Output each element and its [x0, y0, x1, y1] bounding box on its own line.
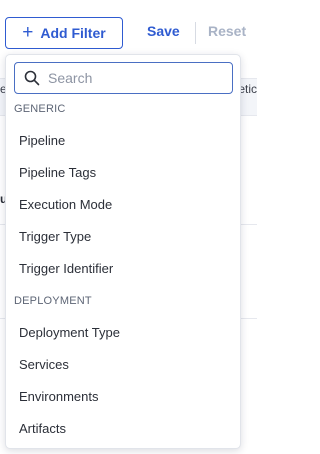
filter-option-environments[interactable]: Environments [6, 381, 240, 411]
section-header-generic: GENERIC [14, 103, 66, 115]
filter-option-execution-mode[interactable]: Execution Mode [6, 189, 240, 219]
filter-option-trigger-identifier[interactable]: Trigger Identifier [6, 253, 240, 283]
plus-icon: + [22, 21, 34, 43]
filter-option-services[interactable]: Services [6, 349, 240, 379]
reset-button[interactable]: Reset [208, 23, 246, 39]
search-input[interactable] [48, 70, 218, 86]
add-filter-label: Add Filter [40, 25, 106, 41]
filter-option-pipeline-tags[interactable]: Pipeline Tags [6, 157, 240, 187]
add-filter-button[interactable]: + Add Filter [5, 17, 123, 49]
filter-option-deployment-type[interactable]: Deployment Type [6, 317, 240, 347]
search-box[interactable] [14, 62, 233, 94]
filter-option-trigger-type[interactable]: Trigger Type [6, 221, 240, 251]
search-icon [24, 70, 40, 86]
filter-panel-screen: e etic u + Add Filter Save Reset GENERIC… [0, 0, 257, 454]
filter-option-pipeline[interactable]: Pipeline [6, 125, 240, 155]
filter-option-artifacts[interactable]: Artifacts [6, 413, 240, 443]
filter-dropdown: GENERIC Pipeline Pipeline Tags Execution… [5, 54, 241, 449]
save-button[interactable]: Save [147, 23, 180, 39]
section-header-deployment: DEPLOYMENT [14, 295, 92, 307]
toolbar-divider [195, 22, 196, 44]
table-header-fragment-right: etic [238, 82, 257, 96]
